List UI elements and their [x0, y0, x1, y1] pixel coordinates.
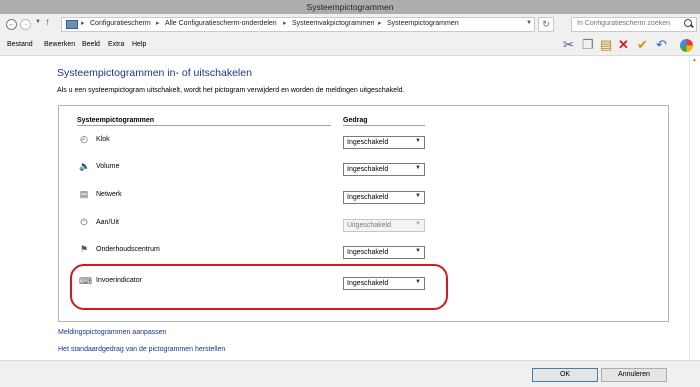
chevron-down-icon: ▼	[415, 138, 421, 144]
clock-icon: ◴	[80, 134, 88, 144]
chevron-down-icon: ▼	[415, 221, 421, 227]
behavior-dropdown-network[interactable]: Ingeschakeld ▼	[343, 191, 425, 204]
paste-icon[interactable]: ▤	[600, 37, 612, 53]
up-button[interactable]: ↑	[45, 17, 50, 28]
cancel-button[interactable]: Annuleren	[601, 368, 667, 382]
dropdown-value: Ingeschakeld	[347, 249, 389, 256]
breadcrumb-separator[interactable]: ▸	[81, 19, 85, 27]
dropdown-value: Uitgeschakeld	[347, 222, 391, 229]
column-header-behavior: Gedrag	[343, 117, 368, 124]
power-icon: ⏻	[80, 217, 88, 227]
scroll-up-icon[interactable]: ▲	[690, 57, 699, 65]
chevron-down-icon: ▼	[415, 165, 421, 171]
dropdown-value: Ingeschakeld	[347, 194, 389, 201]
check-icon[interactable]: ✔	[637, 37, 648, 53]
customize-notification-icons-link[interactable]: Meldingspictogrammen aanpassen	[58, 329, 167, 336]
breadcrumb-separator[interactable]: ▸	[156, 19, 160, 27]
help-icon[interactable]	[680, 39, 693, 52]
row-label-network: Netwerk	[96, 191, 122, 198]
search-icon[interactable]	[684, 19, 692, 27]
header-divider	[343, 125, 425, 126]
breadcrumb-control-panel[interactable]: Configuratiescherm	[90, 20, 151, 27]
highlight-annotation	[70, 264, 448, 310]
back-button[interactable]: ←	[6, 19, 17, 30]
row-label-action-center: Onderhoudscentrum	[96, 246, 160, 253]
forward-button[interactable]: →	[20, 19, 31, 30]
behavior-dropdown-volume[interactable]: Ingeschakeld ▼	[343, 163, 425, 176]
speaker-icon: 🔈	[79, 161, 91, 171]
search-input[interactable]	[577, 20, 682, 27]
delete-icon[interactable]: ✕	[618, 37, 629, 53]
page-description: Als u een systeempictogram uitschakelt, …	[57, 87, 405, 94]
flag-icon: ⚑	[79, 244, 89, 254]
address-dropdown-icon[interactable]: ▼	[526, 20, 532, 26]
dropdown-value: Ingeschakeld	[347, 139, 389, 146]
cut-icon[interactable]: ✂	[563, 37, 574, 53]
dropdown-value: Ingeschakeld	[347, 166, 389, 173]
page-title: Systeempictogrammen in- of uitschakelen	[57, 67, 252, 79]
row-label-volume: Volume	[96, 163, 120, 170]
behavior-dropdown-action-center[interactable]: Ingeschakeld ▼	[343, 246, 425, 259]
window-title: Systeempictogrammen	[306, 2, 394, 12]
behavior-dropdown-power: Uitgeschakeld ▼	[343, 219, 425, 232]
recent-locations-icon[interactable]: ▼	[35, 19, 41, 25]
menu-bar	[0, 36, 700, 56]
network-icon: ▤	[79, 189, 89, 199]
undo-icon[interactable]: ↶	[656, 37, 667, 53]
ok-button[interactable]: OK	[532, 368, 598, 382]
menu-edit[interactable]: Bewerken	[44, 41, 75, 48]
breadcrumb-notification-icons[interactable]: Systeemvakpictogrammen	[292, 20, 374, 27]
column-header-icons: Systeempictogrammen	[77, 117, 155, 124]
row-label-clock: Klok	[96, 136, 110, 143]
row-label-power: Aan/Uit	[96, 219, 119, 226]
breadcrumb-separator[interactable]: ▸	[283, 19, 287, 27]
chevron-down-icon: ▼	[415, 248, 421, 254]
breadcrumb-separator[interactable]: ▸	[378, 19, 382, 27]
menu-view[interactable]: Beeld	[82, 41, 100, 48]
behavior-dropdown-clock[interactable]: Ingeschakeld ▼	[343, 136, 425, 149]
vertical-scrollbar[interactable]	[689, 56, 700, 360]
menu-extra[interactable]: Extra	[108, 41, 124, 48]
copy-icon[interactable]: ❐	[582, 37, 594, 53]
menu-help[interactable]: Help	[132, 41, 146, 48]
restore-default-behavior-link[interactable]: Het standaardgedrag van de pictogrammen …	[58, 346, 225, 353]
header-divider	[77, 125, 331, 126]
breadcrumb-all-items[interactable]: Alle Configuratiescherm-onderdelen	[165, 20, 277, 27]
chevron-down-icon: ▼	[415, 193, 421, 199]
breadcrumb-system-icons[interactable]: Systeempictogrammen	[387, 20, 459, 27]
control-panel-icon	[66, 20, 78, 29]
refresh-button[interactable]: ↻	[538, 17, 554, 32]
menu-file[interactable]: Bestand	[7, 41, 33, 48]
